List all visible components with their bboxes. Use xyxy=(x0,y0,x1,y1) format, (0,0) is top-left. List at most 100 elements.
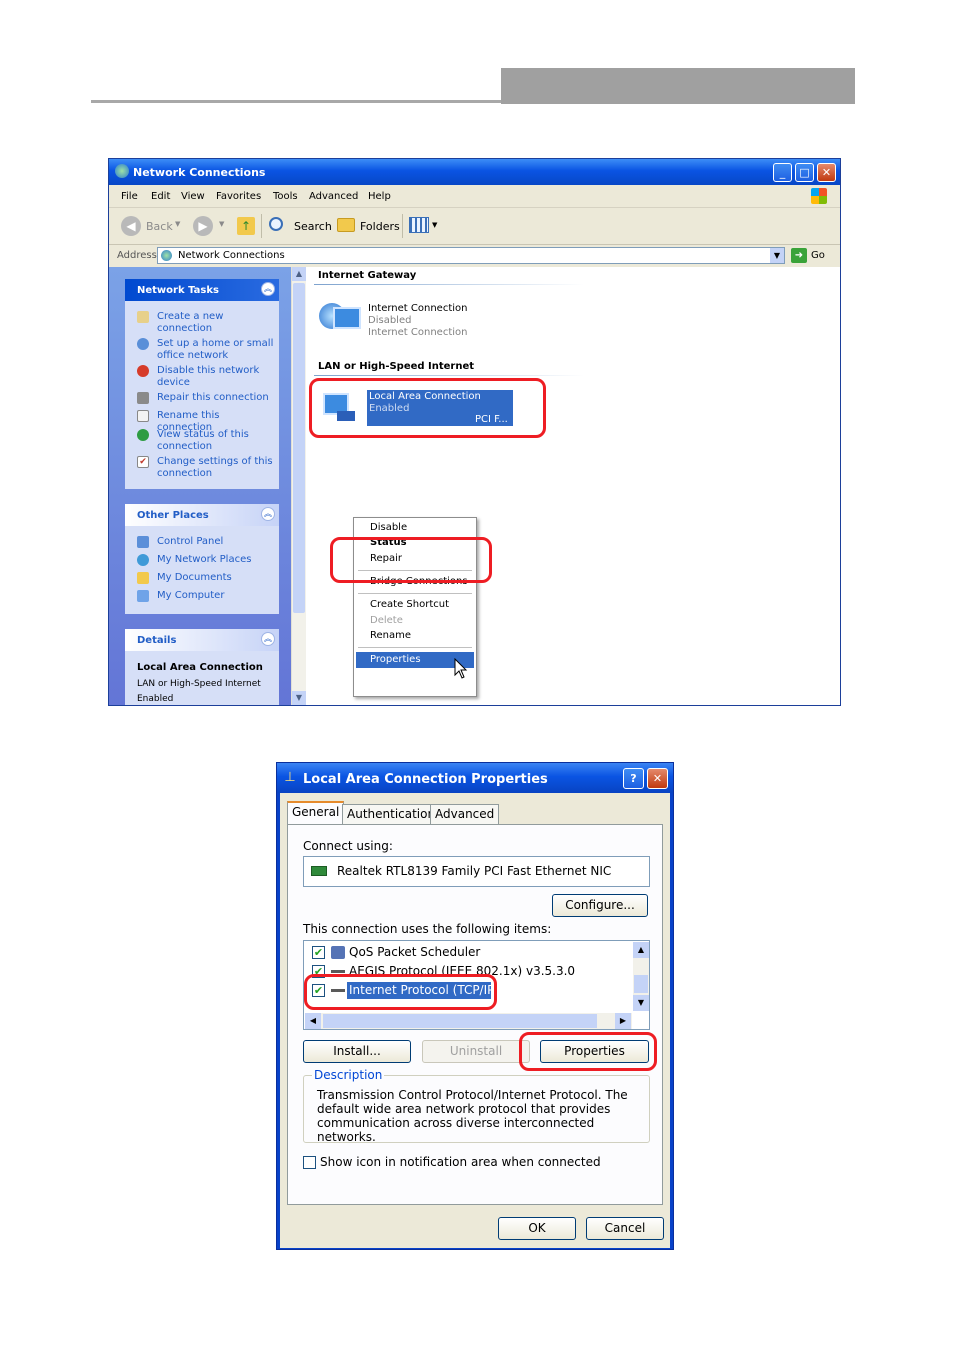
address-label: Address xyxy=(117,250,157,261)
items-label: This connection uses the following items… xyxy=(303,922,552,936)
rename-icon xyxy=(137,410,149,422)
gateway-connection-status: Disabled xyxy=(368,315,412,326)
back-dropdown-icon[interactable]: ▼ xyxy=(175,220,180,228)
show-icon-checkbox[interactable] xyxy=(303,1156,316,1169)
scroll-up-icon[interactable]: ▲ xyxy=(633,942,649,958)
place-label: My Documents xyxy=(157,572,232,583)
views-dropdown-icon[interactable]: ▼ xyxy=(432,221,437,229)
address-dropdown-icon[interactable]: ▼ xyxy=(770,248,784,263)
collapse-chevron-icon[interactable]: ︽ xyxy=(261,282,275,296)
computer-icon xyxy=(137,590,149,602)
network-icon xyxy=(115,164,129,178)
general-tab-panel: Connect using: Realtek RTL8139 Family PC… xyxy=(287,824,663,1205)
menu-tools[interactable]: Tools xyxy=(273,191,298,202)
place-label: My Computer xyxy=(157,590,225,601)
task-label: Change settings of this connection xyxy=(157,456,273,479)
toolbar-separator xyxy=(261,214,262,238)
menu-file[interactable]: File xyxy=(121,191,138,202)
cancel-button[interactable]: Cancel xyxy=(586,1217,664,1240)
repair-icon xyxy=(137,392,149,404)
views-icon[interactable] xyxy=(409,217,429,233)
task-label: Create a new connection xyxy=(157,311,224,334)
network-places-icon xyxy=(137,554,149,566)
tab-authentication[interactable]: Authentication xyxy=(342,804,441,824)
menu-bar: File Edit View Favorites Tools Advanced … xyxy=(109,185,840,208)
search-icon[interactable] xyxy=(269,217,283,231)
uninstall-button: Uninstall xyxy=(422,1040,530,1063)
folders-icon[interactable] xyxy=(337,218,355,232)
network-tasks-header[interactable]: Network Tasks ︽ xyxy=(125,279,279,301)
mouse-cursor-icon xyxy=(454,658,468,679)
install-button[interactable]: Install... xyxy=(303,1040,411,1063)
tab-advanced[interactable]: Advanced xyxy=(430,804,500,824)
menu-rename[interactable]: Rename xyxy=(370,630,411,641)
place-label: Control Panel xyxy=(157,536,224,547)
go-arrow-icon[interactable]: ➜ xyxy=(791,248,807,263)
scroll-thumb[interactable] xyxy=(323,1014,597,1028)
vertical-scrollbar[interactable]: ▲ ▼ xyxy=(291,267,306,705)
menu-view[interactable]: View xyxy=(181,191,205,202)
settings-check-icon: ✔ xyxy=(137,456,149,468)
list-horizontal-scrollbar[interactable]: ◀ ▶ xyxy=(305,1013,632,1029)
menu-disable[interactable]: Disable xyxy=(370,522,407,533)
minimize-button[interactable]: _ xyxy=(773,163,792,182)
menu-advanced[interactable]: Advanced xyxy=(309,191,358,202)
list-vertical-scrollbar[interactable]: ▲ ▼ xyxy=(633,942,649,1011)
menu-help[interactable]: Help xyxy=(368,191,391,202)
highlight-callout xyxy=(309,378,546,438)
configure-button[interactable]: Configure... xyxy=(552,894,648,917)
dialog-title: Local Area Connection Properties xyxy=(303,772,548,787)
details-status: Enabled xyxy=(137,694,174,704)
list-item[interactable]: ✔ QoS Packet Scheduler xyxy=(304,943,631,962)
connect-using-label: Connect using: xyxy=(303,839,393,853)
scroll-thumb[interactable] xyxy=(634,975,648,993)
menu-edit[interactable]: Edit xyxy=(151,191,170,202)
description-group: Description Transmission Control Protoco… xyxy=(303,1068,650,1144)
item-checkbox[interactable]: ✔ xyxy=(312,946,325,959)
scroll-down-icon[interactable]: ▼ xyxy=(633,995,649,1011)
gateway-connection-name[interactable]: Internet Connection xyxy=(368,303,467,314)
collapse-chevron-icon[interactable]: ︽ xyxy=(261,632,275,646)
scroll-up-icon[interactable]: ▲ xyxy=(292,267,306,281)
address-bar: Address Network Connections ▼ ➜ Go xyxy=(109,245,840,267)
scroll-left-icon[interactable]: ◀ xyxy=(305,1013,321,1029)
forward-dropdown-icon[interactable]: ▼ xyxy=(219,220,224,228)
details-title: Details xyxy=(137,635,177,646)
tab-general[interactable]: General xyxy=(287,801,345,825)
folders-button-label[interactable]: Folders xyxy=(360,220,400,233)
close-button[interactable]: ✕ xyxy=(817,163,836,182)
up-folder-icon[interactable]: ↑ xyxy=(237,217,255,235)
show-icon-label[interactable]: Show icon in notification area when conn… xyxy=(320,1155,601,1169)
menu-favorites[interactable]: Favorites xyxy=(216,191,261,202)
go-button[interactable]: Go xyxy=(811,250,825,261)
window-title: Network Connections xyxy=(133,166,266,179)
collapse-chevron-icon[interactable]: ︽ xyxy=(261,507,275,521)
address-value: Network Connections xyxy=(178,250,285,261)
search-button-label[interactable]: Search xyxy=(294,220,332,233)
address-input[interactable]: Network Connections ▼ xyxy=(157,247,785,264)
back-button-label[interactable]: Back xyxy=(146,220,173,233)
description-text: Transmission Control Protocol/Internet P… xyxy=(317,1088,628,1144)
menu-create-shortcut[interactable]: Create Shortcut xyxy=(370,599,449,610)
maximize-button[interactable]: □ xyxy=(795,163,814,182)
forward-icon[interactable]: ▶ xyxy=(193,216,213,236)
back-icon[interactable]: ◀ xyxy=(121,216,141,236)
other-places-header[interactable]: Other Places ︽ xyxy=(125,504,279,526)
documents-folder-icon xyxy=(137,572,149,584)
scroll-down-icon[interactable]: ▼ xyxy=(292,691,306,705)
scroll-thumb[interactable] xyxy=(293,283,305,613)
description-label: Description xyxy=(312,1068,385,1082)
disable-icon xyxy=(137,365,149,377)
highlight-callout xyxy=(304,974,497,1010)
internet-connection-icon[interactable] xyxy=(319,297,365,341)
home-network-icon xyxy=(137,338,149,350)
ok-button[interactable]: OK xyxy=(498,1217,576,1240)
details-header[interactable]: Details ︽ xyxy=(125,629,279,651)
explorer-content: Network Tasks ︽ Create a new connection … xyxy=(109,267,840,705)
dialog-close-button[interactable]: ✕ xyxy=(647,768,668,789)
task-label: Disable this network device xyxy=(157,365,260,388)
help-button[interactable]: ? xyxy=(623,768,644,789)
scroll-right-icon[interactable]: ▶ xyxy=(615,1013,631,1029)
windows-logo-icon xyxy=(811,188,827,204)
header-bar xyxy=(501,68,855,104)
